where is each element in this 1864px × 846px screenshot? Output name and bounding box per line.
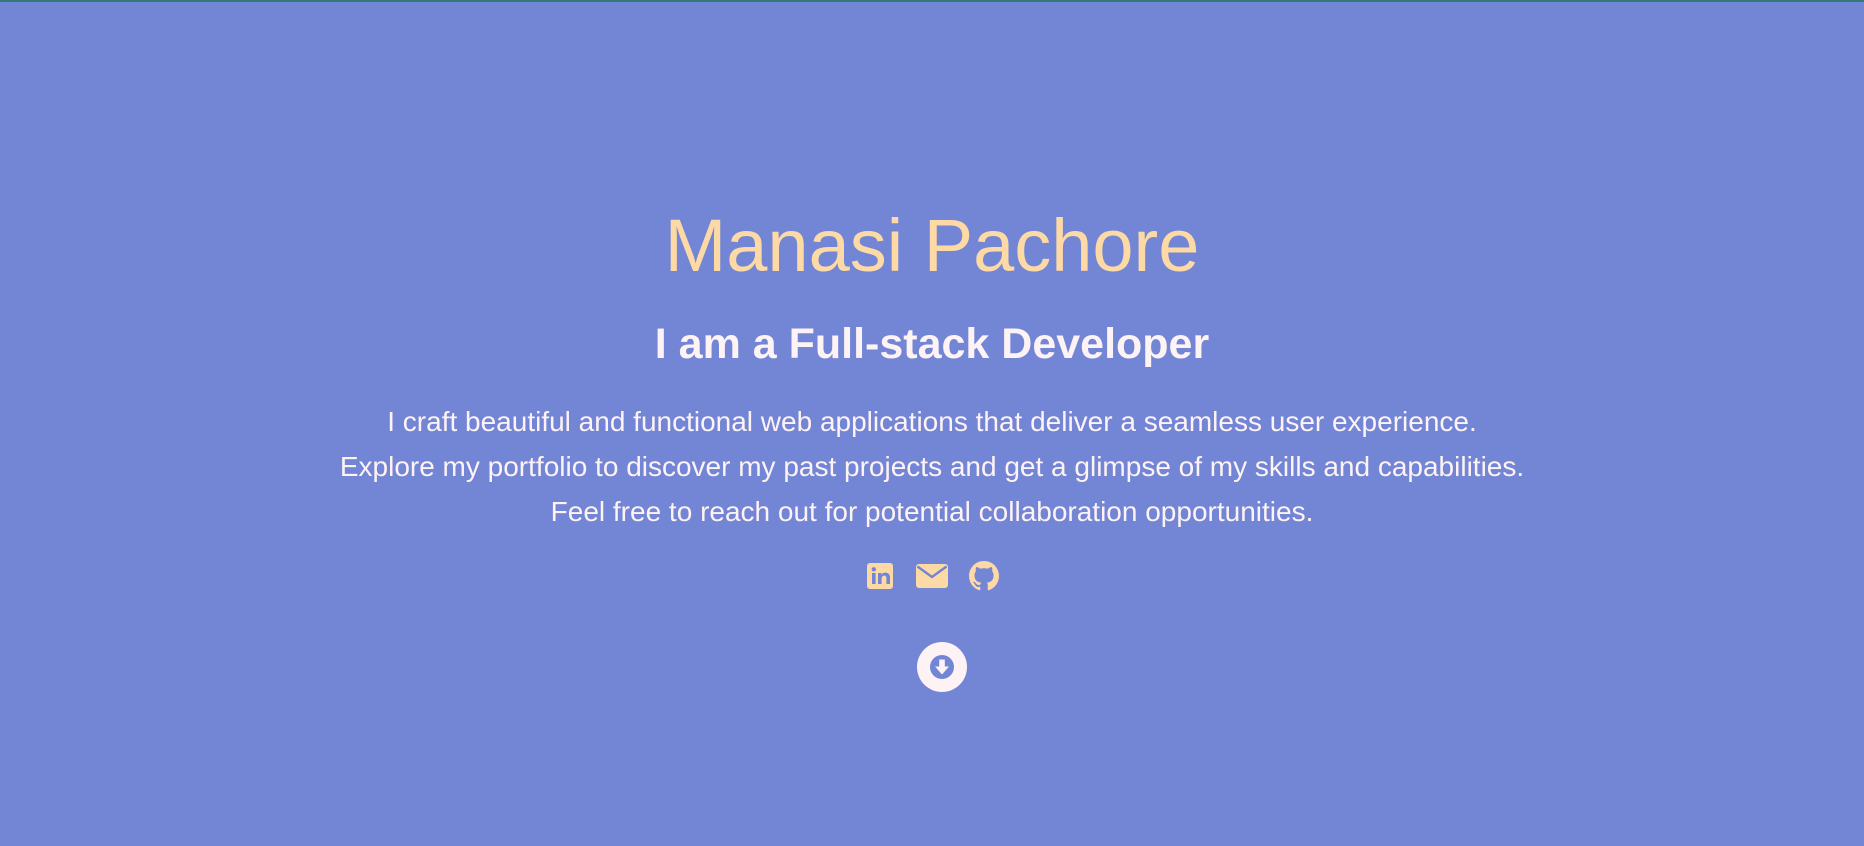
scroll-down-button[interactable] (917, 642, 967, 692)
email-link[interactable] (916, 560, 948, 592)
hero-section: Manasi Pachore I am a Full-stack Develop… (0, 0, 1864, 846)
description-line: Explore my portfolio to discover my past… (339, 451, 1525, 482)
social-links (0, 559, 1864, 593)
hero-name: Manasi Pachore (664, 204, 1200, 287)
description-line: Feel free to reach out for potential col… (550, 496, 1314, 527)
linkedin-link[interactable] (864, 560, 896, 592)
github-link[interactable] (968, 560, 1000, 592)
email-icon (916, 564, 948, 588)
linkedin-icon (867, 563, 893, 589)
arrow-down-circle-icon (930, 655, 954, 679)
description-line: I craft beautiful and functional web app… (387, 406, 1477, 437)
hero-role: I am a Full-stack Developer (654, 320, 1210, 368)
hero-description: I craft beautiful and functional web app… (0, 399, 1864, 534)
github-icon (969, 561, 999, 591)
